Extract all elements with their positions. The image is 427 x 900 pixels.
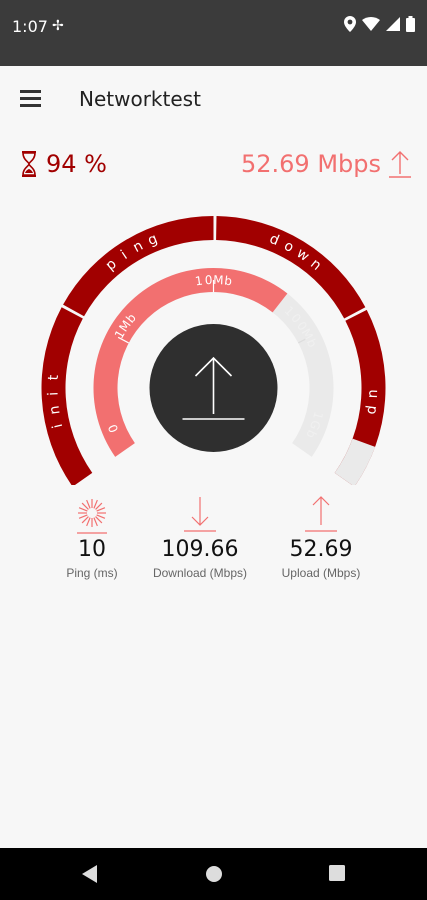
- progress-indicator: 94 %: [20, 150, 107, 178]
- speed-gauge: initpi n g d ownup01Mb1 0 Mb100Mb1Gb: [41, 216, 386, 485]
- download-arrow-icon: [184, 497, 216, 532]
- svg-text:0: 0: [204, 273, 212, 287]
- svg-text:i: i: [46, 392, 62, 396]
- upload-arrow-icon: [389, 151, 411, 178]
- status-time: 1:07: [12, 17, 48, 36]
- status-bar: 1:07 ✢: [0, 0, 427, 66]
- nav-bar: [0, 848, 427, 900]
- phase-segment-remaining: [334, 438, 376, 485]
- ping-value: 10: [78, 537, 106, 562]
- app-bar: [0, 66, 427, 132]
- ping-stat: 10 Ping (ms): [32, 495, 152, 580]
- location-icon: [344, 16, 356, 32]
- upload-stat: 52.69 Upload (Mbps): [261, 495, 381, 580]
- home-icon[interactable]: [205, 865, 223, 883]
- svg-text:u: u: [365, 389, 381, 398]
- ping-label: Ping (ms): [66, 566, 118, 580]
- battery-icon: [406, 16, 415, 32]
- fan-icon: ✢: [52, 17, 64, 33]
- svg-text:M: M: [213, 273, 224, 287]
- stats-row: 10 Ping (ms) 109.66 Download (Mbps) 52.6…: [0, 495, 427, 595]
- signal-icon: [386, 17, 400, 31]
- download-stat: 109.66 Download (Mbps): [140, 495, 260, 580]
- upload-value: 52.69: [289, 537, 353, 562]
- download-label: Download (Mbps): [152, 566, 248, 580]
- ping-burst-icon: [77, 499, 107, 534]
- upload-label: Upload (Mbps): [281, 566, 361, 580]
- progress-value: 94 %: [46, 150, 107, 178]
- download-value: 109.66: [161, 537, 239, 562]
- back-icon[interactable]: [82, 865, 98, 883]
- wifi-icon: [362, 17, 380, 31]
- current-speed: 52.69 Mbps: [241, 150, 411, 178]
- menu-icon[interactable]: [20, 89, 41, 107]
- current-speed-value: 52.69 Mbps: [240, 150, 381, 178]
- hourglass-icon: [22, 151, 36, 177]
- status-icons: [344, 16, 415, 32]
- page-title: Networktest: [79, 87, 201, 111]
- upload-arrow-icon: [305, 496, 337, 532]
- scale-label-10Mb: 10Mb: [194, 273, 233, 289]
- recents-icon[interactable]: [329, 865, 345, 881]
